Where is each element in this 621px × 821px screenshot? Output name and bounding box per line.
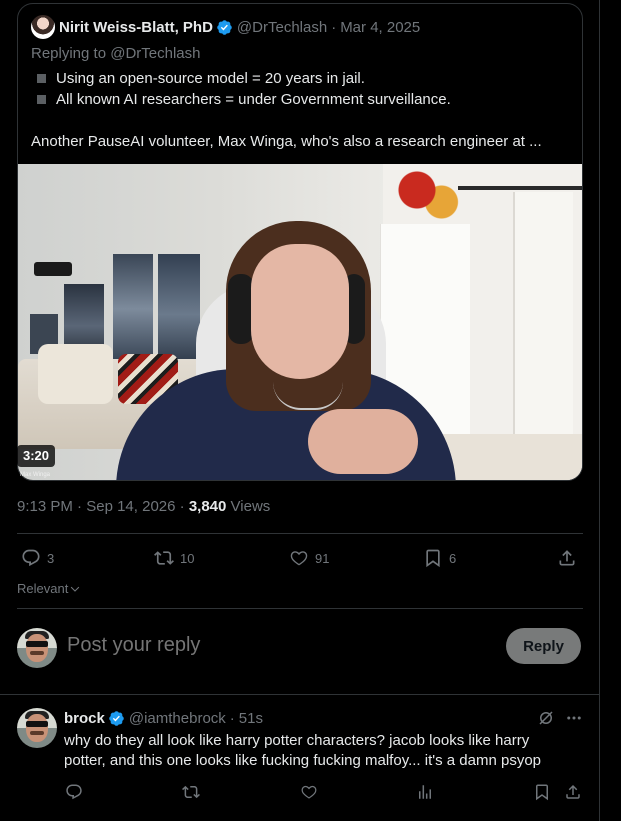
reply-button[interactable]: 3 xyxy=(21,548,54,568)
like-count: 91 xyxy=(315,550,330,566)
meta-separator: · xyxy=(77,498,83,515)
verified-badge-icon xyxy=(108,710,125,727)
repost-count: 10 xyxy=(180,550,195,566)
views-label: Views xyxy=(230,498,271,515)
main-column: Nirit Weiss-Blatt, PhD @DrTechlash · Mar… xyxy=(0,0,600,821)
sort-replies-dropdown[interactable]: Relevant xyxy=(17,581,81,596)
reply-text: why do they all look like harry potter c… xyxy=(64,732,542,769)
heart-icon xyxy=(290,551,308,566)
bookmark-button[interactable]: 6 xyxy=(423,548,456,568)
share-button[interactable] xyxy=(557,548,583,568)
bullet-text: All known AI researchers = under Governm… xyxy=(56,91,451,108)
quoted-tweet-card[interactable]: Nirit Weiss-Blatt, PhD @DrTechlash · Mar… xyxy=(17,3,583,481)
share-icon[interactable] xyxy=(564,783,582,801)
quoted-separator: · xyxy=(331,18,337,36)
meta-separator: · xyxy=(179,498,185,515)
verified-badge-icon xyxy=(216,19,233,36)
bookmark-count: 6 xyxy=(449,550,457,566)
video-watermark: Max Winga xyxy=(20,472,51,478)
reply-time[interactable]: 51s xyxy=(239,710,263,727)
reply-composer-input[interactable] xyxy=(67,634,487,657)
tweet-date[interactable]: Sep 14, 2026 xyxy=(86,498,175,515)
bullet-line: Using an open-source model = 20 years in… xyxy=(31,68,571,89)
bullet-square-icon xyxy=(37,95,46,104)
reply-author-avatar[interactable] xyxy=(17,708,57,748)
share-icon xyxy=(559,550,575,566)
repost-icon xyxy=(154,551,174,565)
grok-icon[interactable] xyxy=(537,709,555,727)
video-player[interactable] xyxy=(18,164,582,480)
chevron-down-icon xyxy=(71,586,80,592)
bullet-text: Using an open-source model = 20 years in… xyxy=(56,70,365,87)
reply-icon[interactable] xyxy=(65,783,83,801)
action-bar: 3 10 91 6 xyxy=(17,533,583,578)
quoted-author-handle[interactable]: @DrTechlash xyxy=(237,19,327,36)
quoted-author-name[interactable]: Nirit Weiss-Blatt, PhD xyxy=(59,19,213,36)
repost-button[interactable]: 10 xyxy=(154,548,194,568)
reply-count: 3 xyxy=(47,550,55,566)
replying-to-prefix: Replying to xyxy=(31,45,111,62)
current-user-avatar[interactable] xyxy=(17,628,57,668)
views-icon[interactable] xyxy=(416,783,434,801)
views-count: 3,840 xyxy=(188,498,227,515)
like-button[interactable]: 91 xyxy=(289,548,329,568)
tweet-timestamp: 9:13 PM · Sep 14, 2026 · 3,840 Views xyxy=(17,498,270,515)
reply-icon xyxy=(22,549,40,567)
reply-submit-button[interactable]: Reply xyxy=(506,628,581,664)
bullet-line: All known AI researchers = under Governm… xyxy=(31,89,571,110)
bullet-square-icon xyxy=(37,74,46,83)
bookmark-icon xyxy=(426,549,440,568)
repost-icon[interactable] xyxy=(182,783,200,801)
divider xyxy=(17,608,583,609)
reply-separator: · xyxy=(229,709,235,727)
more-icon[interactable] xyxy=(565,709,583,727)
divider xyxy=(0,694,600,695)
tweet-time[interactable]: 9:13 PM xyxy=(17,498,73,515)
video-duration-badge: 3:20 xyxy=(17,445,56,467)
replying-to: Replying to @DrTechlash xyxy=(31,45,200,62)
sort-label: Relevant xyxy=(17,581,69,596)
bookmark-icon[interactable] xyxy=(533,783,551,801)
reply-author-name[interactable]: brock xyxy=(64,710,105,727)
heart-icon[interactable] xyxy=(300,783,318,801)
quoted-paragraph: Another PauseAI volunteer, Max Winga, wh… xyxy=(31,133,542,150)
quoted-tweet-text: Using an open-source model = 20 years in… xyxy=(31,68,571,152)
replying-to-handle[interactable]: @DrTechlash xyxy=(110,45,200,62)
reply-header: brock @iamthebrock · 51s xyxy=(64,708,263,728)
quoted-date[interactable]: Mar 4, 2025 xyxy=(340,19,420,36)
reply-author-handle[interactable]: @iamthebrock xyxy=(129,710,226,727)
quoted-author-avatar[interactable] xyxy=(31,15,55,39)
quoted-tweet-header: Nirit Weiss-Blatt, PhD @DrTechlash · Mar… xyxy=(31,15,420,39)
